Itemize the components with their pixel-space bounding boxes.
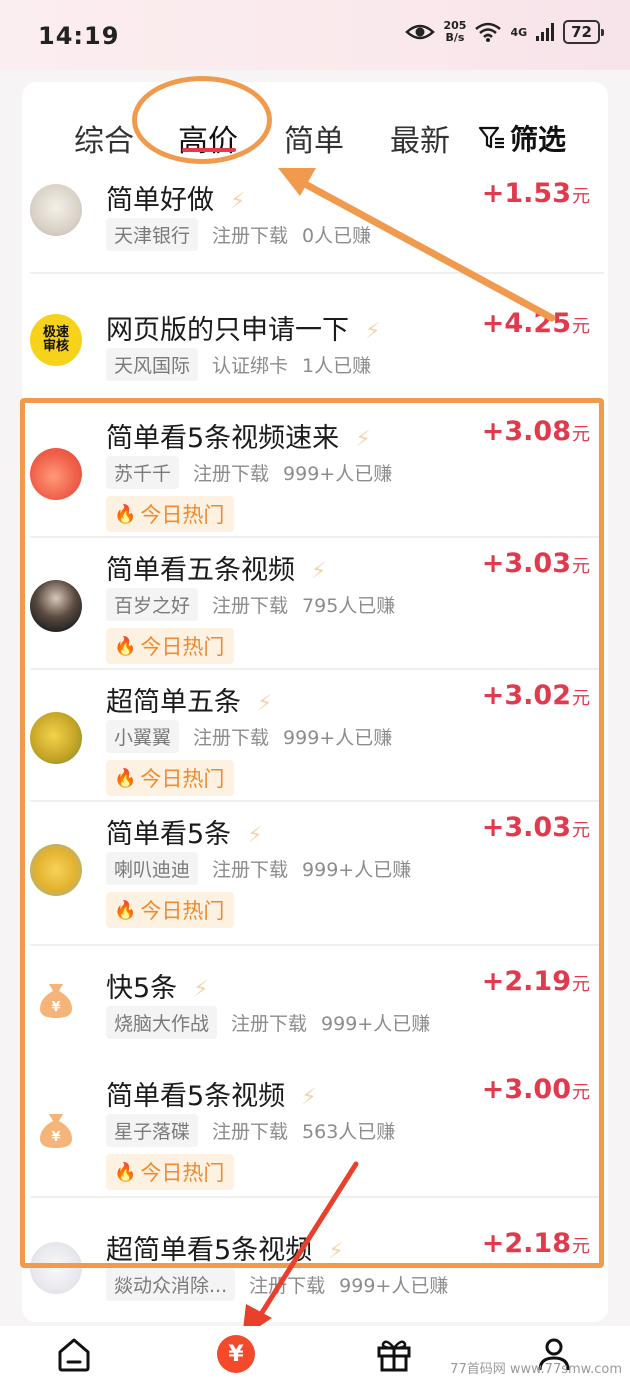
nav-earn[interactable]: ¥ [214, 1332, 258, 1376]
nav-home[interactable] [52, 1332, 96, 1376]
gift-icon [377, 1340, 411, 1372]
annotation-arrow-to-tab [278, 168, 556, 322]
yen-icon: ¥ [217, 1335, 255, 1373]
home-icon [58, 1338, 90, 1372]
watermark: 77首码网 www.77smw.com [450, 1362, 622, 1377]
annotation-arrows [242, 168, 556, 1338]
annotation-arrow-to-nav [242, 1161, 359, 1338]
nav-invite[interactable] [372, 1332, 416, 1376]
